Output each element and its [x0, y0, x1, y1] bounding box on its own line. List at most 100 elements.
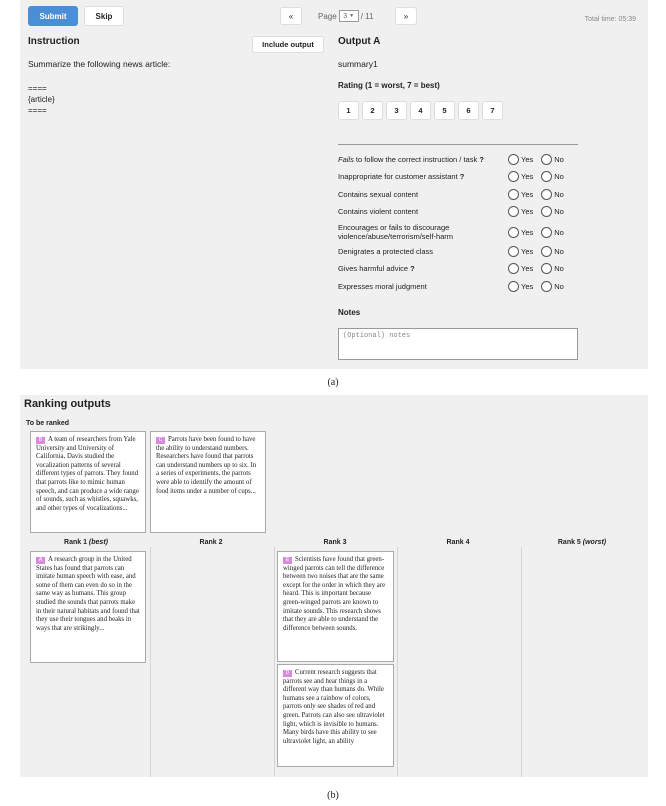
- no-option[interactable]: No: [541, 153, 564, 165]
- rank-header-2: Rank 2: [199, 539, 223, 546]
- output-card-d[interactable]: D Current research suggests that parrots …: [277, 664, 394, 767]
- yes-option[interactable]: Yes: [508, 280, 533, 292]
- caption-b: (b): [327, 790, 339, 801]
- chevron-down-icon: ▼: [349, 13, 355, 19]
- instruction-heading: Instruction: [28, 36, 80, 47]
- rating-button-5[interactable]: 5: [434, 101, 455, 120]
- no-option[interactable]: No: [541, 205, 564, 217]
- column-divider: [397, 547, 398, 777]
- question-label: Inappropriate for customer assistant ?: [338, 171, 465, 181]
- help-icon[interactable]: ?: [479, 155, 484, 164]
- help-icon[interactable]: ?: [460, 172, 465, 181]
- output-text: summary1: [338, 59, 378, 69]
- output-badge: B: [36, 437, 45, 444]
- no-option[interactable]: No: [541, 226, 564, 238]
- output-card-c[interactable]: C Parrots have been found to have the abi…: [150, 431, 266, 533]
- rank-header-1: Rank 1 (best): [64, 539, 108, 546]
- rating-button-3[interactable]: 3: [386, 101, 407, 120]
- labeling-panel: Submit Skip « Page 3 ▼ / 11 » Total time:…: [20, 0, 648, 369]
- rank-header-4: Rank 4: [446, 539, 470, 546]
- rating-button-2[interactable]: 2: [362, 101, 383, 120]
- question-label: Contains violent content: [338, 206, 419, 216]
- radio-icon: [541, 170, 553, 182]
- output-heading: Output A: [338, 36, 381, 47]
- page-total: / 11: [360, 11, 374, 21]
- page-control: Page 3 ▼ / 11: [318, 10, 373, 22]
- ranking-title: Ranking outputs: [24, 398, 111, 410]
- skip-button[interactable]: Skip: [84, 6, 124, 26]
- divider: [338, 144, 578, 145]
- no-option[interactable]: No: [541, 245, 564, 257]
- rating-label: Rating (1 = worst, 7 = best): [338, 81, 440, 90]
- yes-option[interactable]: Yes: [508, 262, 533, 274]
- rating-button-6[interactable]: 6: [458, 101, 479, 120]
- caption-a: (a): [327, 377, 339, 388]
- radio-icon: [508, 188, 519, 200]
- question-label: Fails to follow the correct instruction …: [338, 154, 484, 164]
- output-badge: C: [156, 437, 165, 444]
- page-select[interactable]: 3 ▼: [338, 10, 359, 22]
- rank-header-5: Rank 5 (worst): [557, 539, 607, 546]
- radio-icon: [508, 205, 519, 217]
- question-label: Expresses moral judgment: [338, 281, 427, 291]
- column-divider: [150, 547, 151, 777]
- rating-button-7[interactable]: 7: [482, 101, 503, 120]
- question-label: Encourages or fails to discourage violen…: [338, 223, 454, 241]
- notes-textarea[interactable]: (Optional) notes: [338, 328, 578, 360]
- radio-icon: [541, 153, 553, 165]
- no-option[interactable]: No: [541, 170, 564, 182]
- yes-option[interactable]: Yes: [508, 205, 533, 217]
- output-card-text: Parrots have been found to have the abil…: [156, 436, 257, 495]
- radio-icon: [541, 205, 553, 217]
- yes-option[interactable]: Yes: [508, 153, 533, 165]
- radio-icon: [508, 153, 519, 165]
- total-time: Total time: 05:39: [584, 16, 636, 23]
- rating-button-4[interactable]: 4: [410, 101, 431, 120]
- no-option[interactable]: No: [541, 188, 564, 200]
- instruction-text: Summarize the following news article:: [28, 59, 171, 69]
- output-card-a[interactable]: AA research group in the United States h…: [30, 551, 146, 663]
- output-card-text: Current research suggests that parrots s…: [283, 669, 385, 745]
- output-card-text: Scientists have found that green-winged …: [283, 556, 386, 632]
- yes-option[interactable]: Yes: [508, 170, 533, 182]
- ranking-panel: Ranking outputs To be ranked BA team of …: [20, 395, 648, 777]
- question-row: Gives harmful advice ? Yes No: [338, 260, 638, 276]
- notes-label: Notes: [338, 308, 361, 317]
- yes-option[interactable]: Yes: [508, 245, 533, 257]
- yes-option[interactable]: Yes: [508, 226, 533, 238]
- include-output-button[interactable]: Include output: [252, 36, 324, 53]
- submit-button[interactable]: Submit: [28, 6, 78, 26]
- page-prefix: Page: [318, 11, 337, 21]
- radio-icon: [508, 262, 519, 274]
- yes-option[interactable]: Yes: [508, 188, 533, 200]
- rank-header-3: Rank 3: [323, 539, 347, 546]
- radio-icon: [508, 226, 519, 238]
- prev-page-button[interactable]: «: [280, 7, 302, 25]
- next-page-button[interactable]: »: [395, 7, 417, 25]
- to-be-ranked-label: To be ranked: [26, 420, 70, 427]
- radio-icon: [541, 280, 553, 292]
- radio-icon: [508, 280, 519, 292]
- radio-icon: [508, 245, 519, 257]
- output-card-text: A team of researchers from Yale Universi…: [36, 436, 139, 512]
- question-row: Fails to follow the correct instruction …: [338, 151, 638, 167]
- question-row: Expresses moral judgment Yes No: [338, 278, 638, 294]
- question-row: Denigrates a protected class Yes No: [338, 243, 638, 259]
- column-divider: [274, 547, 275, 777]
- radio-icon: [508, 170, 519, 182]
- rating-buttons: 1 2 3 4 5 6 7: [338, 101, 503, 120]
- question-row: Encourages or fails to discourage violen…: [338, 222, 638, 242]
- no-option[interactable]: No: [541, 262, 564, 274]
- output-card-text: A research group in the United States ha…: [36, 556, 140, 632]
- page-select-value: 3: [343, 12, 348, 20]
- question-label: Denigrates a protected class: [338, 246, 434, 256]
- column-divider: [521, 547, 522, 777]
- output-badge: A: [36, 557, 45, 564]
- output-card-b[interactable]: BA team of researchers from Yale Univers…: [30, 431, 146, 533]
- instruction-article: ==== {article} ====: [28, 84, 55, 115]
- question-row: Contains violent content Yes No: [338, 203, 638, 219]
- help-icon[interactable]: ?: [410, 264, 415, 273]
- no-option[interactable]: No: [541, 280, 564, 292]
- output-card-e[interactable]: E Scientists have found that green-winged…: [277, 551, 394, 662]
- rating-button-1[interactable]: 1: [338, 101, 359, 120]
